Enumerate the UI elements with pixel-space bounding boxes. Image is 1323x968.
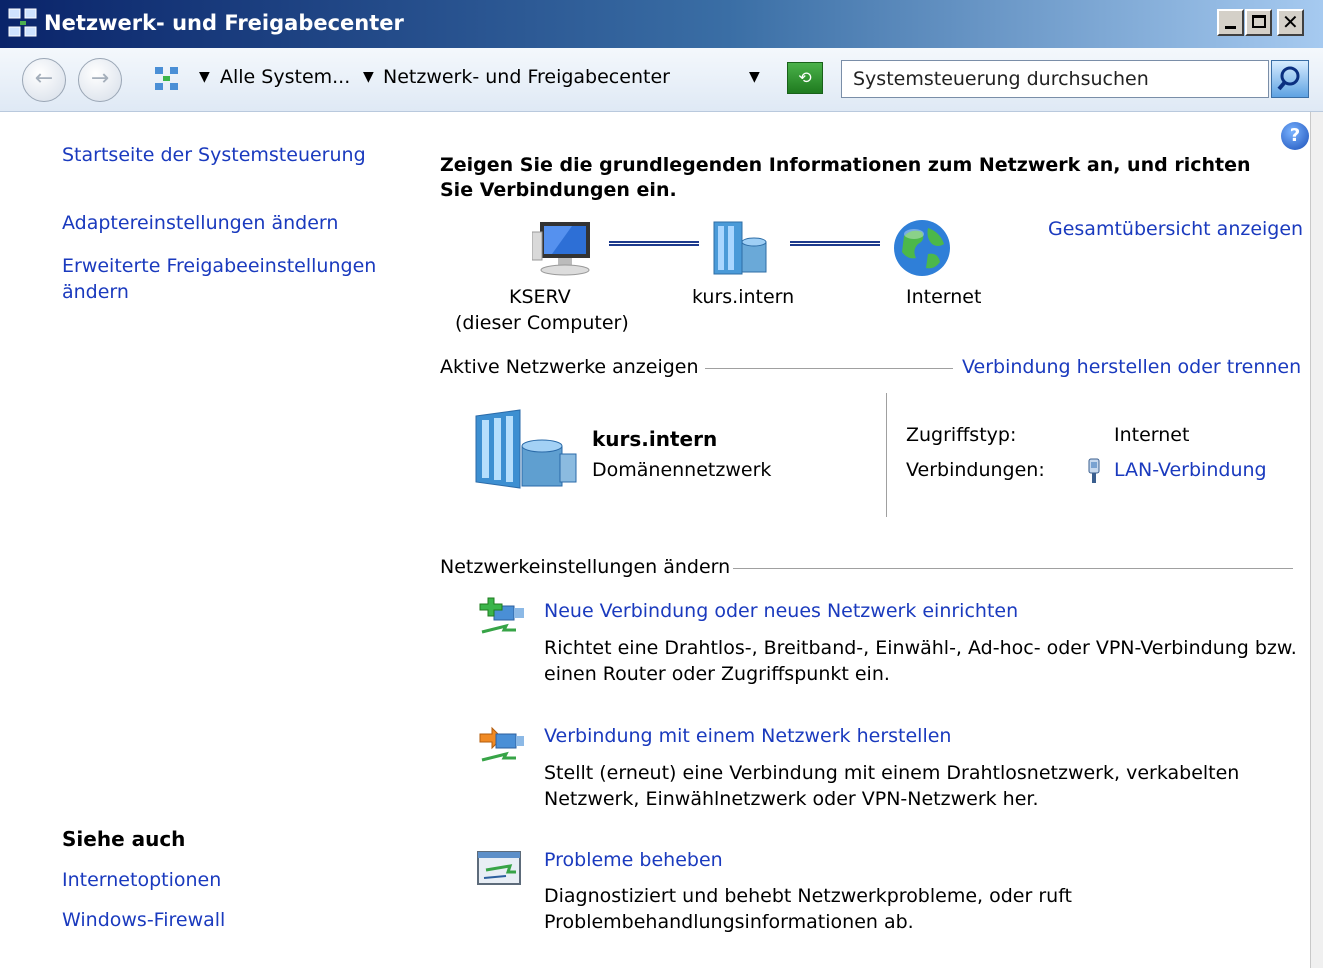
map-link-line-2 [790, 241, 880, 246]
search-input[interactable]: Systemsteuerung durchsuchen [841, 60, 1269, 98]
active-network-name: kurs.intern [592, 427, 718, 451]
map-computer-name: KSERV [509, 286, 571, 308]
forward-button[interactable]: → [78, 58, 122, 102]
see-also-heading: Siehe auch [62, 827, 186, 851]
connect-to-network-description-line1: Stellt (erneut) eine Verbindung mit eine… [544, 762, 1240, 784]
connect-to-network-description-line2: Netzwerk, Einwählnetzwerk oder VPN-Netzw… [544, 788, 1039, 810]
troubleshoot-icon [476, 848, 526, 890]
connect-to-network-icon [476, 722, 526, 768]
window-title: Netzwerk- und Freigabecenter [44, 11, 404, 35]
address-bar[interactable]: ▼ Alle System... ▼ Netzwerk- und Freigab… [149, 61, 775, 97]
lan-connection-link[interactable]: LAN-Verbindung [1114, 459, 1267, 481]
access-type-label: Zugriffstyp: [906, 424, 1017, 446]
help-icon[interactable]: ? [1281, 122, 1309, 150]
active-network-vertical-divider [886, 393, 887, 517]
search-button[interactable] [1271, 60, 1309, 98]
sidebar-adapter-settings-link[interactable]: Adaptereinstellungen ändern [62, 212, 338, 234]
new-connection-description-line1: Richtet eine Drahtlos-, Breitband-, Einw… [544, 637, 1297, 659]
address-history-dropdown-icon[interactable]: ▼ [749, 69, 760, 85]
new-connection-description-line2: einen Router oder Zugriffspunkt ein. [544, 663, 890, 685]
domain-network-large-icon[interactable] [472, 408, 578, 490]
active-networks-label: Aktive Netzwerke anzeigen [440, 356, 699, 378]
navigation-bar: ← → ▼ Alle System... ▼ Netzwerk- und Fre… [0, 48, 1323, 112]
sidebar-advanced-sharing-line2: ändern [62, 281, 129, 303]
troubleshoot-link[interactable]: Probleme beheben [544, 849, 723, 871]
connections-label: Verbindungen: [906, 459, 1045, 481]
computer-icon [531, 218, 596, 278]
breadcrumb-separator-icon[interactable]: ▼ [363, 69, 374, 85]
maximize-icon [1252, 15, 1266, 28]
map-network-name: kurs.intern [692, 286, 795, 308]
lan-connection-icon [1086, 458, 1102, 484]
breadcrumb-dropdown-icon[interactable]: ▼ [199, 69, 210, 85]
page-heading-line2: Sie Verbindungen ein. [440, 179, 677, 201]
connect-to-network-description: Stellt (erneut) eine Verbindung mit eine… [544, 760, 1239, 812]
refresh-button[interactable]: ⟲ [787, 62, 823, 94]
page-heading: Zeigen Sie die grundlegenden Information… [440, 153, 1251, 203]
windows-firewall-link[interactable]: Windows-Firewall [62, 909, 225, 931]
sidebar-home-link[interactable]: Startseite der Systemsteuerung [62, 144, 366, 166]
sidebar-advanced-sharing-link[interactable]: Erweiterte Freigabeeinstellungen ändern [62, 253, 376, 305]
back-button[interactable]: ← [22, 58, 66, 102]
minimize-icon [1225, 26, 1236, 29]
close-button[interactable]: ✕ [1277, 9, 1304, 36]
minimize-button[interactable] [1217, 9, 1244, 36]
new-connection-icon [476, 596, 526, 642]
map-computer-note: (dieser Computer) [455, 312, 629, 334]
new-connection-description: Richtet eine Drahtlos-, Breitband-, Einw… [544, 635, 1297, 687]
close-icon: ✕ [1282, 10, 1299, 34]
domain-network-icon [712, 220, 774, 276]
internet-globe-icon [892, 218, 952, 278]
back-arrow-icon: ← [34, 66, 54, 91]
forward-arrow-icon: → [90, 66, 110, 91]
breadcrumb-all-system[interactable]: Alle System... [220, 66, 350, 88]
troubleshoot-description-line2: Problembehandlungsinformationen ab. [544, 911, 914, 933]
map-link-line-1 [609, 241, 699, 246]
map-internet-label: Internet [906, 286, 982, 308]
network-center-icon [8, 8, 38, 38]
search-icon [1277, 66, 1300, 91]
new-connection-link[interactable]: Neue Verbindung oder neues Netzwerk einr… [544, 600, 1018, 622]
connect-disconnect-link[interactable]: Verbindung herstellen oder trennen [962, 356, 1301, 378]
internet-options-link[interactable]: Internetoptionen [62, 869, 221, 891]
maximize-button[interactable] [1245, 9, 1272, 36]
page-heading-line1: Zeigen Sie die grundlegenden Information… [440, 154, 1251, 176]
control-panel-icon [152, 64, 182, 94]
active-networks-divider [705, 368, 953, 369]
full-map-link[interactable]: Gesamtübersicht anzeigen [1048, 218, 1303, 240]
connect-to-network-link[interactable]: Verbindung mit einem Netzwerk herstellen [544, 725, 951, 747]
change-settings-label: Netzwerkeinstellungen ändern [440, 556, 731, 578]
breadcrumb-network-center[interactable]: Netzwerk- und Freigabecenter [383, 66, 670, 88]
sidebar-advanced-sharing-line1: Erweiterte Freigabeeinstellungen [62, 255, 377, 277]
troubleshoot-description-line1: Diagnostiziert und behebt Netzwerkproble… [544, 885, 1073, 907]
troubleshoot-description: Diagnostiziert und behebt Netzwerkproble… [544, 883, 1072, 935]
refresh-icon: ⟲ [798, 68, 812, 87]
access-type-value: Internet [1114, 424, 1190, 446]
active-network-type: Domänennetzwerk [592, 459, 772, 481]
change-settings-divider [733, 568, 1293, 569]
window-right-border [1310, 112, 1323, 968]
title-bar: Netzwerk- und Freigabecenter ✕ [0, 0, 1323, 48]
